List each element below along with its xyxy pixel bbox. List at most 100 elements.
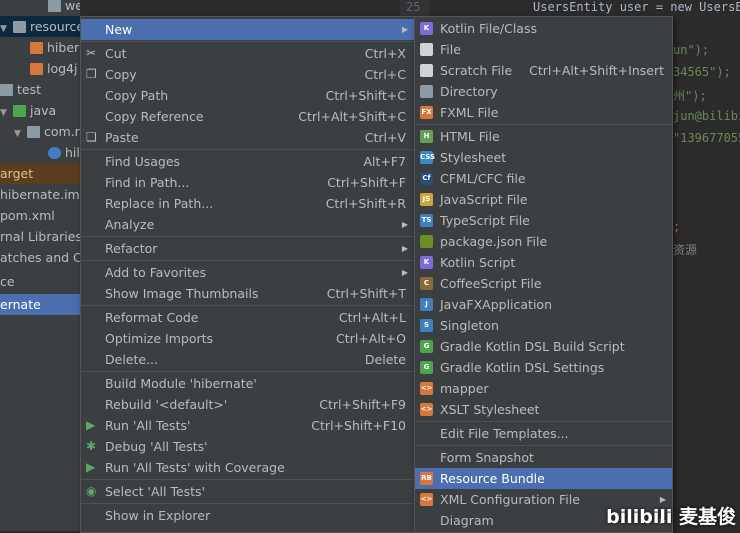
menu-item-copy-path[interactable]: Copy Path Ctrl+Shift+C	[81, 85, 414, 106]
submenu-item-label: FXML File	[440, 105, 499, 120]
submenu-item-resource-bundle[interactable]: RB Resource Bundle	[415, 468, 672, 489]
submenu-item-label: package.json File	[440, 234, 548, 249]
menu-item-show-in-explorer[interactable]: Show in Explorer	[81, 505, 414, 526]
folder-icon	[420, 85, 433, 98]
menu-item-run-all-tests[interactable]: ▶ Run 'All Tests' Ctrl+Shift+F10	[81, 415, 414, 436]
menu-item-label: Reformat Code	[105, 310, 199, 325]
menu-item-reformat-code[interactable]: Reformat Code Ctrl+Alt+L	[81, 307, 414, 328]
submenu-item-label: Kotlin Script	[440, 255, 516, 270]
menu-item-refactor[interactable]: Refactor ▶	[81, 238, 414, 259]
submenu-item-package-json-file[interactable]: package.json File	[415, 231, 672, 252]
submenu-item-directory[interactable]: Directory	[415, 81, 672, 102]
submenu-item-form-snapshot[interactable]: Form Snapshot	[415, 447, 672, 468]
menu-separator	[81, 41, 414, 42]
copy-icon: ❐	[86, 67, 97, 81]
submenu-item-label: Diagram	[440, 513, 494, 528]
submenu-item-stylesheet[interactable]: CSS Stylesheet	[415, 147, 672, 168]
tree-item-external-libraries[interactable]: rnal Libraries	[0, 226, 80, 247]
tree-item-hibernate[interactable]: ernate	[0, 294, 80, 315]
code-line: un");	[673, 43, 710, 57]
submenu-item-cfml-cfc-file[interactable]: Cf CFML/CFC file	[415, 168, 672, 189]
xml-config-icon: <>	[420, 493, 433, 506]
tree-item-target[interactable]: arget	[0, 163, 80, 184]
menu-item-label: Replace in Path...	[105, 196, 214, 211]
menu-item-label: Rebuild '<default>'	[105, 397, 228, 412]
menu-item-cut[interactable]: ✂ Cut Ctrl+X	[81, 43, 414, 64]
menu-item-copy-reference[interactable]: Copy Reference Ctrl+Alt+Shift+C	[81, 106, 414, 127]
menu-item-shortcut: Ctrl+Alt+Shift+C	[298, 109, 406, 124]
package-icon	[27, 126, 40, 138]
menu-item-find-usages[interactable]: Find Usages Alt+F7	[81, 151, 414, 172]
tree-item-ce[interactable]: ce	[0, 271, 15, 292]
menu-item-paste[interactable]: ❏ Paste Ctrl+V	[81, 127, 414, 148]
fxml-file-icon: FX	[420, 106, 433, 119]
submenu-item-fxml-file[interactable]: FX FXML File	[415, 102, 672, 123]
submenu-item-gradle-kotlin-dsl-build-script[interactable]: G Gradle Kotlin DSL Build Script	[415, 336, 672, 357]
menu-item-build-module-hibernate[interactable]: Build Module 'hibernate'	[81, 373, 414, 394]
submenu-item-label: TypeScript File	[440, 213, 530, 228]
submenu-item-javafxapplication[interactable]: J JavaFXApplication	[415, 294, 672, 315]
submenu-item-javascript-file[interactable]: JS JavaScript File	[415, 189, 672, 210]
resource-bundle-icon: RB	[420, 472, 433, 485]
menu-item-shortcut: Ctrl+Shift+C	[325, 88, 406, 103]
submenu-item-singleton[interactable]: S Singleton	[415, 315, 672, 336]
submenu-item-kotlin-file-class[interactable]: K Kotlin File/Class	[415, 18, 672, 39]
menu-item-label: Debug 'All Tests'	[105, 439, 208, 454]
menu-item-delete[interactable]: Delete... Delete	[81, 349, 414, 370]
submenu-item-kotlin-script[interactable]: K Kotlin Script	[415, 252, 672, 273]
menu-item-run-all-tests-with-coverage[interactable]: ▶ Run 'All Tests' with Coverage	[81, 457, 414, 478]
menu-item-label: Select 'All Tests'	[105, 484, 206, 499]
menu-item-add-to-favorites[interactable]: Add to Favorites ▶	[81, 262, 414, 283]
submenu-item-label: Gradle Kotlin DSL Settings	[440, 360, 605, 375]
tree-item-scratches[interactable]: atches and Co	[0, 247, 80, 268]
tree-item-java[interactable]: ▼ java	[0, 100, 56, 121]
chevron-down-icon: ▼	[0, 24, 7, 34]
menu-separator	[415, 445, 672, 446]
submenu-item-xslt-stylesheet[interactable]: <> XSLT Stylesheet	[415, 399, 672, 420]
xml-file-icon	[30, 42, 43, 54]
coverage-icon: ▶	[86, 460, 96, 474]
submenu-item-coffeescript-file[interactable]: C CoffeeScript File	[415, 273, 672, 294]
tree-item-pom[interactable]: pom.xml	[0, 205, 55, 226]
submenu-item-label: CFML/CFC file	[440, 171, 526, 186]
select-icon: ◉	[86, 484, 97, 498]
singleton-icon: S	[420, 319, 433, 332]
code-comment: 资源	[673, 243, 698, 257]
menu-item-replace-in-path[interactable]: Replace in Path... Ctrl+Shift+R	[81, 193, 414, 214]
folder-icon	[13, 105, 26, 117]
tree-item-class[interactable]: hil	[48, 142, 80, 163]
submenu-item-file[interactable]: File	[415, 39, 672, 60]
menu-item-show-image-thumbnails[interactable]: Show Image Thumbnails Ctrl+Shift+T	[81, 283, 414, 304]
submenu-item-edit-file-templates[interactable]: Edit File Templates...	[415, 423, 672, 444]
menu-item-new[interactable]: New ▶	[81, 19, 414, 40]
menu-item-label: Find Usages	[105, 154, 181, 169]
tree-item-log4j[interactable]: log4j	[30, 58, 77, 79]
tree-item-hibernate-xml[interactable]: hiber	[30, 37, 79, 58]
chevron-right-icon: ▶	[401, 268, 408, 277]
tree-item-resource[interactable]: ▼ resource	[0, 16, 80, 37]
tree-item-web[interactable]: web	[48, 0, 80, 16]
submenu-item-mapper[interactable]: <> mapper	[415, 378, 672, 399]
menu-item-find-in-path[interactable]: Find in Path... Ctrl+Shift+F	[81, 172, 414, 193]
menu-item-shortcut: Ctrl+Shift+T	[326, 286, 406, 301]
submenu-item-label: Gradle Kotlin DSL Build Script	[440, 339, 625, 354]
submenu-item-label: JavaScript File	[440, 192, 528, 207]
menu-separator	[81, 371, 414, 372]
tree-item-package[interactable]: ▼ com.r	[14, 121, 80, 142]
menu-item-copy[interactable]: ❐ Copy Ctrl+C	[81, 64, 414, 85]
menu-item-select-all-tests[interactable]: ◉ Select 'All Tests'	[81, 481, 414, 502]
submenu-item-scratch-file[interactable]: Scratch File Ctrl+Alt+Shift+Insert	[415, 60, 672, 81]
submenu-item-typescript-file[interactable]: TS TypeScript File	[415, 210, 672, 231]
menu-item-debug-all-tests[interactable]: ✱ Debug 'All Tests'	[81, 436, 414, 457]
menu-item-rebuild-default[interactable]: Rebuild '<default>' Ctrl+Shift+F9	[81, 394, 414, 415]
submenu-item-gradle-kotlin-dsl-settings[interactable]: G Gradle Kotlin DSL Settings	[415, 357, 672, 378]
menu-item-shortcut: Ctrl+V	[364, 130, 406, 145]
tree-item-test[interactable]: test	[0, 79, 41, 100]
submenu-item-html-file[interactable]: H HTML File	[415, 126, 672, 147]
chevron-right-icon: ▶	[401, 220, 408, 229]
menu-item-analyze[interactable]: Analyze ▶	[81, 214, 414, 235]
menu-item-label: Add to Favorites	[105, 265, 207, 280]
tree-item-iml[interactable]: hibernate.iml	[0, 184, 80, 205]
menu-item-label: Build Module 'hibernate'	[105, 376, 257, 391]
menu-item-optimize-imports[interactable]: Optimize Imports Ctrl+Alt+O	[81, 328, 414, 349]
